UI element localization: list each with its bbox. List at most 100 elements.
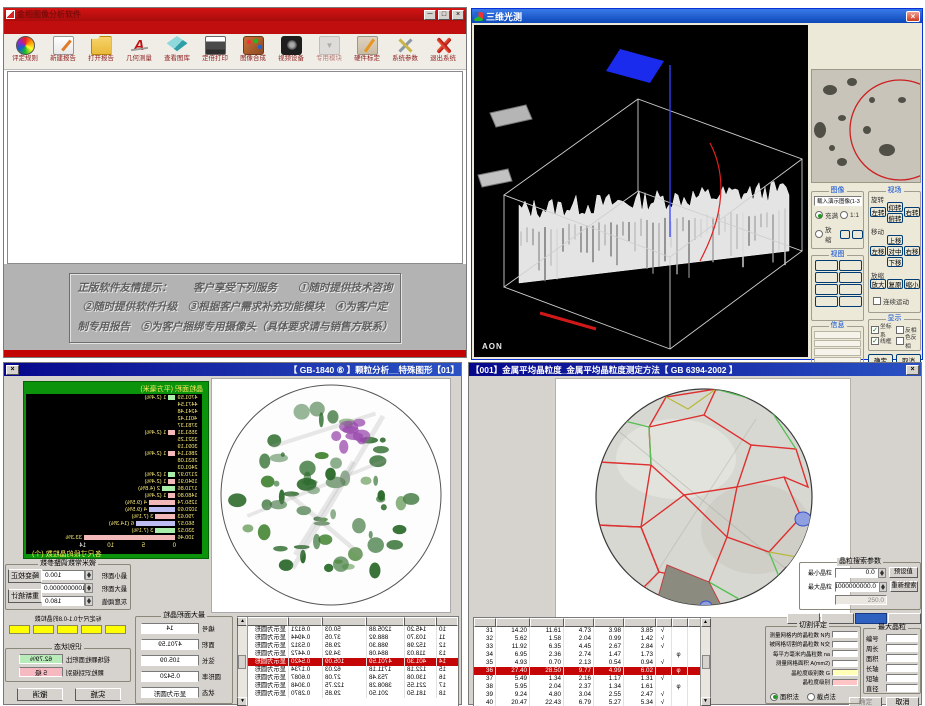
table-row[interactable]: 346.952.362.741.471.73φ xyxy=(474,651,710,659)
document-area[interactable] xyxy=(7,71,463,264)
cancel-button[interactable]: 取消 xyxy=(886,697,919,706)
toolbar-button[interactable]: 图像合成 xyxy=(234,35,272,69)
column-header[interactable] xyxy=(474,618,496,627)
display-checkbox[interactable] xyxy=(896,337,904,345)
rotate-right-button[interactable]: 右转 xyxy=(904,207,920,217)
column-header[interactable] xyxy=(404,617,436,626)
minimize-button[interactable]: － xyxy=(424,10,436,20)
zoom-out-button[interactable]: 缩小 xyxy=(904,279,920,289)
table-row[interactable]: 16130.08753.4827.080.6087显示为圆形 xyxy=(238,674,458,682)
table-row[interactable]: 11103.70888.9237.050.4944显示为圆形 xyxy=(238,634,458,642)
scroll-down-icon[interactable]: ▼ xyxy=(238,697,248,706)
view-button[interactable] xyxy=(839,284,862,295)
table-row[interactable]: 375.491.342.161.171.31√ xyxy=(474,675,710,683)
column-header[interactable] xyxy=(530,618,564,627)
zoom-tool-button[interactable] xyxy=(852,230,863,239)
table-scrollbar[interactable]: ▲ ▼ xyxy=(238,617,248,706)
table-row[interactable]: 385.952.042.371.341.61φ xyxy=(474,683,710,691)
column-header[interactable] xyxy=(624,618,656,627)
toolbar-button[interactable]: 评定规则 xyxy=(6,35,44,69)
column-header[interactable] xyxy=(594,618,624,627)
display-checkbox[interactable] xyxy=(896,326,904,334)
param-value[interactable]: 100.0 xyxy=(42,570,85,580)
toolbar-button[interactable]: 视频设备 xyxy=(272,35,310,69)
max-grain-spinner[interactable]: 1000000000.0 xyxy=(835,582,887,592)
scroll-down-icon[interactable]: ▼ xyxy=(701,697,711,706)
tilt-up-button[interactable]: 仰转 xyxy=(887,202,903,212)
close-button[interactable]: × xyxy=(906,11,920,22)
research-button[interactable]: 重新搜索 xyxy=(890,581,918,592)
column-header[interactable] xyxy=(436,617,458,626)
toolbar-button[interactable]: 新建报告 xyxy=(44,35,82,69)
param-spinner[interactable]: 180.0 xyxy=(42,596,93,606)
tilt-down-button[interactable]: 俯转 xyxy=(887,213,903,223)
apply-button[interactable]: 实施 xyxy=(75,688,121,701)
param-value[interactable]: 1000000000.0 xyxy=(41,583,85,593)
table-row[interactable]: 3114.2011.614.733.983.85√ xyxy=(474,627,710,635)
toolbar-button[interactable]: 定倍打印 xyxy=(196,35,234,69)
toolbar-button[interactable]: 硬件标定 xyxy=(348,35,386,69)
scroll-thumb[interactable] xyxy=(702,655,710,669)
table-row[interactable]: 12152.98988.3029.850.5312显示为圆形 xyxy=(238,642,458,650)
preset-button[interactable]: 预设值 xyxy=(889,567,918,578)
recount-button[interactable]: 重新统计 xyxy=(8,589,42,603)
param-spinner[interactable]: 1000000000.0 xyxy=(41,583,93,593)
column-header[interactable] xyxy=(288,617,322,626)
toolbar-button[interactable]: 专用模块 xyxy=(310,35,348,69)
distortion-correct-button[interactable]: 畸变校正 xyxy=(8,569,42,583)
scroll-up-icon[interactable]: ▲ xyxy=(701,618,711,627)
scroll-up-icon[interactable]: ▲ xyxy=(238,617,248,626)
undo-button[interactable]: 撤消 xyxy=(17,688,63,701)
close-button[interactable]: × xyxy=(6,365,19,375)
zoom-radio[interactable] xyxy=(815,230,823,238)
zoom-in-button[interactable]: 放大 xyxy=(870,279,886,289)
move-right-button[interactable]: 右移 xyxy=(904,246,920,256)
table-row[interactable]: 10145.201205.8850.030.6121显示为圆形 xyxy=(238,626,458,634)
table-row[interactable]: 17221.553808.28122.750.3048显示为圆形 xyxy=(238,682,458,690)
close-button[interactable]: × xyxy=(452,10,464,20)
table-row[interactable]: 354.930.702.130.540.94√ xyxy=(474,659,710,667)
intercept-method-radio[interactable] xyxy=(807,693,815,701)
toolbar-button[interactable]: 打开报告 xyxy=(82,35,120,69)
toolbar-button[interactable]: 退出系统 xyxy=(424,35,462,69)
tool-button[interactable] xyxy=(888,613,921,624)
column-header[interactable] xyxy=(322,617,366,626)
table-row[interactable]: 4020.4722.436.795.275.34√ xyxy=(474,699,710,706)
move-left-button[interactable]: 左移 xyxy=(870,246,886,256)
table-row[interactable]: 13118.03884.0834.920.4472显示为圆形 xyxy=(238,650,458,658)
tool-button[interactable] xyxy=(855,613,888,624)
column-header[interactable] xyxy=(656,618,672,627)
table-row[interactable]: 3627.4028.509.774.996.02φ xyxy=(474,667,710,675)
rotate-left-button[interactable]: 左转 xyxy=(870,207,886,217)
table-row[interactable]: 18181.50201.5029.850.2870显示为圆形 xyxy=(238,690,458,698)
param-value[interactable]: 180.0 xyxy=(42,596,85,606)
display-checkbox[interactable]: ✓ xyxy=(871,326,879,334)
maximize-button[interactable]: □ xyxy=(438,10,450,20)
center-button[interactable]: 对中 xyxy=(887,246,903,256)
view-button[interactable] xyxy=(815,296,838,307)
view-button[interactable] xyxy=(839,260,862,271)
demo-image-combo[interactable]: 载入演示图像(1-3 xyxy=(814,196,862,206)
close-button[interactable]: × xyxy=(906,365,919,375)
one-to-one-radio[interactable] xyxy=(840,211,848,219)
fit-radio[interactable] xyxy=(815,211,823,219)
zoom-tool-button[interactable] xyxy=(840,230,851,239)
toolbar-button[interactable]: 查看图库 xyxy=(158,35,196,69)
table-row[interactable]: 325.621.582.040.991.42√ xyxy=(474,635,710,643)
view-button[interactable] xyxy=(839,296,862,307)
view-button[interactable] xyxy=(839,272,862,283)
param-spinner[interactable]: 100.0 xyxy=(42,570,93,580)
view-button[interactable] xyxy=(815,260,838,271)
column-header[interactable] xyxy=(564,618,594,627)
column-header[interactable] xyxy=(366,617,404,626)
view-button[interactable] xyxy=(815,272,838,283)
display-checkbox[interactable]: ✓ xyxy=(871,337,879,345)
table-scrollbar[interactable]: ▲ ▼ xyxy=(700,618,710,706)
scroll-thumb[interactable] xyxy=(239,655,247,669)
view-button[interactable] xyxy=(815,284,838,295)
table-row[interactable]: 3311.926.354.452.672.84√ xyxy=(474,643,710,651)
move-up-button[interactable]: 上移 xyxy=(887,235,903,245)
table-row[interactable]: 399.244.803.042.552.47√ xyxy=(474,691,710,699)
toolbar-button[interactable]: 系统参数 xyxy=(386,35,424,69)
column-header[interactable] xyxy=(672,618,688,627)
